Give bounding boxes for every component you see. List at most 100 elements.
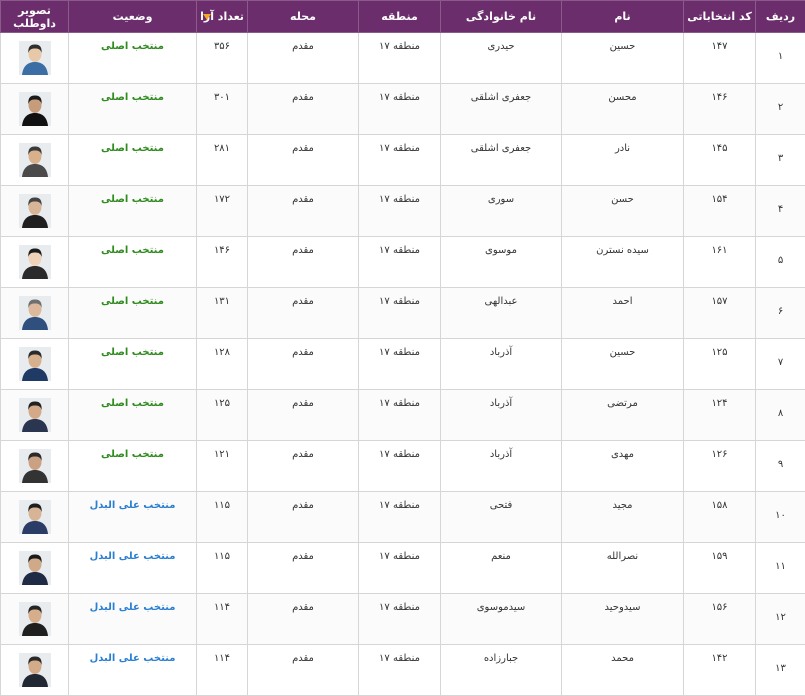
- candidate-photo-icon[interactable]: [19, 500, 51, 534]
- first-name-cell: حسین: [562, 339, 684, 390]
- locality-cell: مقدم: [248, 84, 359, 135]
- locality-text: مقدم: [248, 645, 358, 664]
- row-number-cell: ۸: [756, 390, 805, 441]
- district-cell: منطقه ۱۷: [359, 441, 441, 492]
- locality-cell: مقدم: [248, 237, 359, 288]
- locality-cell: مقدم: [248, 492, 359, 543]
- status-cell: منتخب اصلی: [69, 237, 197, 288]
- candidate-photo-icon[interactable]: [19, 398, 51, 432]
- first-name-cell: حسن: [562, 186, 684, 237]
- last-name-text: سوری: [441, 186, 561, 205]
- code-text: ۱۵۷: [684, 288, 755, 307]
- first-name-cell: مهدی: [562, 441, 684, 492]
- photo-cell: [1, 288, 69, 339]
- table-row[interactable]: ۱۳۱۴۲محمدجبارزادهمنطقه ۱۷مقدم۱۱۴منتخب عل…: [1, 645, 805, 696]
- table-row[interactable]: ۸۱۲۴مرتضیآذربادمنطقه ۱۷مقدم۱۲۵منتخب اصلی: [1, 390, 805, 441]
- votes-cell: ۱۱۵: [197, 543, 248, 594]
- header-row-number[interactable]: ردیف: [756, 1, 805, 33]
- last-name-cell: حیدری: [441, 33, 562, 84]
- table-row[interactable]: ۱۰۱۵۸مجیدفتحیمنطقه ۱۷مقدم۱۱۵منتخب علی ال…: [1, 492, 805, 543]
- table-row[interactable]: ۷۱۲۵حسینآذربادمنطقه ۱۷مقدم۱۲۸منتخب اصلی: [1, 339, 805, 390]
- candidate-photo-icon[interactable]: [19, 41, 51, 75]
- table-row[interactable]: ۵۱۶۱سیده نسترنموسویمنطقه ۱۷مقدم۱۴۶منتخب …: [1, 237, 805, 288]
- last-name-text: حیدری: [441, 33, 561, 52]
- photo-cell: [1, 543, 69, 594]
- votes-cell: ۱۴۶: [197, 237, 248, 288]
- candidate-photo-icon[interactable]: [19, 296, 51, 330]
- code-text: ۱۵۸: [684, 492, 755, 511]
- code-text: ۱۲۴: [684, 390, 755, 409]
- code-text: ۱۴۲: [684, 645, 755, 664]
- first-name-cell: نصرالله: [562, 543, 684, 594]
- candidate-photo-icon[interactable]: [19, 245, 51, 279]
- row-number-text: ۹: [756, 441, 805, 470]
- votes-text: ۱۲۵: [197, 390, 247, 409]
- candidate-photo-icon[interactable]: [19, 449, 51, 483]
- table-row[interactable]: ۱۱۴۷حسینحیدریمنطقه ۱۷مقدم۳۵۶منتخب اصلی: [1, 33, 805, 84]
- last-name-text: سیدموسوی: [441, 594, 561, 613]
- header-locality[interactable]: محله: [248, 1, 359, 33]
- district-text: منطقه ۱۷: [359, 186, 440, 205]
- votes-cell: ۱۳۱: [197, 288, 248, 339]
- locality-text: مقدم: [248, 543, 358, 562]
- header-last-name[interactable]: نام خانوادگی: [441, 1, 562, 33]
- locality-cell: مقدم: [248, 390, 359, 441]
- votes-text: ۱۱۵: [197, 543, 247, 562]
- last-name-cell: سیدموسوی: [441, 594, 562, 645]
- header-photo[interactable]: تصویر داوطلب: [1, 1, 69, 33]
- first-name-cell: مجید: [562, 492, 684, 543]
- locality-cell: مقدم: [248, 441, 359, 492]
- header-status[interactable]: وضعیت: [69, 1, 197, 33]
- header-votes[interactable]: تعداد آرا: [197, 1, 248, 33]
- candidate-photo-icon[interactable]: [19, 653, 51, 687]
- table-row[interactable]: ۴۱۵۴حسنسوریمنطقه ۱۷مقدم۱۷۲منتخب اصلی: [1, 186, 805, 237]
- votes-text: ۱۴۶: [197, 237, 247, 256]
- status-text: منتخب علی البدل: [69, 492, 196, 511]
- locality-text: مقدم: [248, 441, 358, 460]
- code-cell: ۱۵۶: [684, 594, 756, 645]
- table-row[interactable]: ۱۱۱۵۹نصراللهمنعممنطقه ۱۷مقدم۱۱۵منتخب علی…: [1, 543, 805, 594]
- last-name-cell: آذرباد: [441, 339, 562, 390]
- district-cell: منطقه ۱۷: [359, 339, 441, 390]
- district-text: منطقه ۱۷: [359, 135, 440, 154]
- votes-text: ۳۰۱: [197, 84, 247, 103]
- votes-cell: ۳۰۱: [197, 84, 248, 135]
- votes-text: ۱۱۵: [197, 492, 247, 511]
- row-number-cell: ۲: [756, 84, 805, 135]
- district-text: منطقه ۱۷: [359, 33, 440, 52]
- code-cell: ۱۴۲: [684, 645, 756, 696]
- header-district[interactable]: منطقه: [359, 1, 441, 33]
- row-number-cell: ۱۳: [756, 645, 805, 696]
- locality-cell: مقدم: [248, 543, 359, 594]
- last-name-text: جعفری اشلقی: [441, 84, 561, 103]
- candidate-photo-icon[interactable]: [19, 92, 51, 126]
- table-row[interactable]: ۱۲۱۵۶سیدوحیدسیدموسویمنطقه ۱۷مقدم۱۱۴منتخب…: [1, 594, 805, 645]
- votes-text: ۲۸۱: [197, 135, 247, 154]
- photo-cell: [1, 492, 69, 543]
- first-name-text: محمد: [562, 645, 683, 664]
- district-cell: منطقه ۱۷: [359, 33, 441, 84]
- status-cell: منتخب علی البدل: [69, 543, 197, 594]
- code-text: ۱۴۵: [684, 135, 755, 154]
- table-row[interactable]: ۲۱۴۶محسنجعفری اشلقیمنطقه ۱۷مقدم۳۰۱منتخب …: [1, 84, 805, 135]
- district-text: منطقه ۱۷: [359, 441, 440, 460]
- table-row[interactable]: ۶۱۵۷احمدعبدالهیمنطقه ۱۷مقدم۱۳۱منتخب اصلی: [1, 288, 805, 339]
- photo-cell: [1, 339, 69, 390]
- candidate-photo-icon[interactable]: [19, 602, 51, 636]
- locality-text: مقدم: [248, 84, 358, 103]
- district-cell: منطقه ۱۷: [359, 135, 441, 186]
- candidate-photo-icon[interactable]: [19, 143, 51, 177]
- candidate-photo-icon[interactable]: [19, 194, 51, 228]
- header-code[interactable]: کد انتخاباتی: [684, 1, 756, 33]
- first-name-text: حسین: [562, 339, 683, 358]
- row-number-text: ۱۳: [756, 645, 805, 674]
- table-row[interactable]: ۹۱۲۶مهدیآذربادمنطقه ۱۷مقدم۱۲۱منتخب اصلی: [1, 441, 805, 492]
- table-row[interactable]: ۳۱۴۵نادرجعفری اشلقیمنطقه ۱۷مقدم۲۸۱منتخب …: [1, 135, 805, 186]
- candidate-photo-icon[interactable]: [19, 347, 51, 381]
- last-name-cell: عبدالهی: [441, 288, 562, 339]
- first-name-text: محسن: [562, 84, 683, 103]
- header-first-name[interactable]: نام: [562, 1, 684, 33]
- status-text: منتخب علی البدل: [69, 543, 196, 562]
- candidate-photo-icon[interactable]: [19, 551, 51, 585]
- row-number-cell: ۶: [756, 288, 805, 339]
